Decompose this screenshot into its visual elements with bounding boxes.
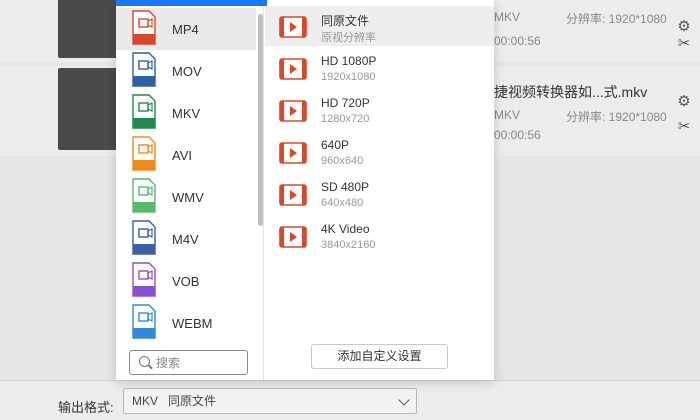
- resolution-name: 同原文件: [321, 14, 370, 28]
- add-custom-settings-button[interactable]: 添加自定义设置: [311, 344, 448, 369]
- vob-file-icon: [132, 262, 156, 297]
- file-format: MKV: [494, 108, 521, 122]
- format-item-avi[interactable]: AVI: [116, 134, 256, 176]
- scissors-icon[interactable]: ✂: [675, 34, 693, 52]
- resolution-name: SD 480P: [321, 180, 370, 194]
- resolution-name: HD 720P: [321, 96, 370, 110]
- file-duration: 00:00:56: [494, 128, 541, 142]
- output-bar: 输出格式: MKV 同原文件: [0, 380, 700, 420]
- resolution-detail: 原视分辨率: [321, 32, 376, 44]
- format-label: WMV: [172, 190, 204, 205]
- resolution-item-480p[interactable]: SD 480P 640x480: [265, 174, 494, 214]
- format-list-scrollbar[interactable]: [258, 14, 263, 226]
- resolution-name: 640P: [321, 138, 350, 152]
- format-label: MP4: [172, 22, 199, 37]
- format-label: M4V: [172, 232, 199, 247]
- format-item-wmv[interactable]: WMV: [116, 176, 256, 218]
- file-format: MKV: [494, 10, 521, 24]
- file-name: 捷视频转换器如...式.mkv: [494, 84, 648, 100]
- format-search[interactable]: [129, 350, 248, 375]
- file-resolution: 分辨率: 1920*1080: [566, 12, 667, 26]
- format-label: AVI: [172, 148, 192, 163]
- resolution-item-720p[interactable]: HD 720P 1280x720: [265, 90, 494, 130]
- search-icon: [139, 356, 150, 367]
- chevron-down-icon: [398, 394, 410, 406]
- resolution-list: 同原文件 原视分辨率 HD 1080P 1920x1080 HD 720P 12…: [265, 6, 494, 380]
- mov-file-icon: [132, 52, 156, 87]
- resolution-item-1080p[interactable]: HD 1080P 1920x1080: [265, 48, 494, 88]
- resolution-detail: 3840x2160: [321, 239, 376, 251]
- format-label: WEBM: [172, 316, 213, 331]
- resolution-detail: 1280x720: [321, 113, 370, 125]
- resolution-item-4k[interactable]: 4K Video 3840x2160: [265, 216, 494, 256]
- video-icon: [279, 100, 307, 122]
- video-icon: [279, 142, 307, 164]
- format-item-mp4[interactable]: MP4: [116, 8, 256, 50]
- file-resolution: 分辨率: 1920*1080: [566, 110, 667, 124]
- format-popup: MP4 MOV MKV AVI WMV M4V VOB WEBM 搜索 同原文件…: [116, 0, 494, 380]
- avi-file-icon: [132, 136, 156, 171]
- video-icon: [279, 226, 307, 248]
- search-input[interactable]: [156, 354, 244, 372]
- gear-icon[interactable]: ⚙: [675, 92, 693, 110]
- resolution-detail: 640x480: [321, 197, 364, 209]
- resolution-detail: 960x640: [321, 155, 364, 167]
- mp4-file-icon: [132, 10, 156, 45]
- resolution-name: HD 1080P: [321, 54, 377, 68]
- webm-file-icon: [132, 304, 156, 339]
- format-item-vob[interactable]: VOB: [116, 260, 256, 302]
- format-label: VOB: [172, 274, 200, 289]
- m4v-file-icon: [132, 220, 156, 255]
- output-preset-value: 同原文件: [168, 394, 217, 408]
- scissors-icon[interactable]: ✂: [675, 117, 693, 135]
- video-icon: [279, 184, 307, 206]
- popup-accent-bar: [116, 0, 267, 6]
- resolution-item-original[interactable]: 同原文件 原视分辨率: [265, 6, 494, 46]
- video-icon: [279, 16, 307, 38]
- format-list: MP4 MOV MKV AVI WMV M4V VOB WEBM 搜索: [116, 6, 264, 380]
- format-item-mkv[interactable]: MKV: [116, 92, 256, 134]
- file-duration: 00:00:56: [494, 34, 541, 48]
- output-format-value: MKV: [132, 394, 159, 408]
- format-item-m4v[interactable]: M4V: [116, 218, 256, 260]
- mkv-file-icon: [132, 94, 156, 129]
- video-thumbnail[interactable]: [58, 0, 118, 58]
- output-format-label: 输出格式:: [58, 400, 114, 415]
- format-label: MKV: [172, 106, 201, 121]
- gear-icon[interactable]: ⚙: [675, 17, 693, 35]
- output-format-select[interactable]: MKV 同原文件: [123, 388, 417, 414]
- format-item-webm[interactable]: WEBM: [116, 302, 256, 344]
- wmv-file-icon: [132, 178, 156, 213]
- format-item-mov[interactable]: MOV: [116, 50, 256, 92]
- resolution-detail: 1920x1080: [321, 71, 376, 83]
- format-label: MOV: [172, 64, 202, 79]
- video-thumbnail[interactable]: [58, 68, 118, 150]
- resolution-item-640p[interactable]: 640P 960x640: [265, 132, 494, 172]
- resolution-name: 4K Video: [321, 222, 370, 236]
- video-icon: [279, 58, 307, 80]
